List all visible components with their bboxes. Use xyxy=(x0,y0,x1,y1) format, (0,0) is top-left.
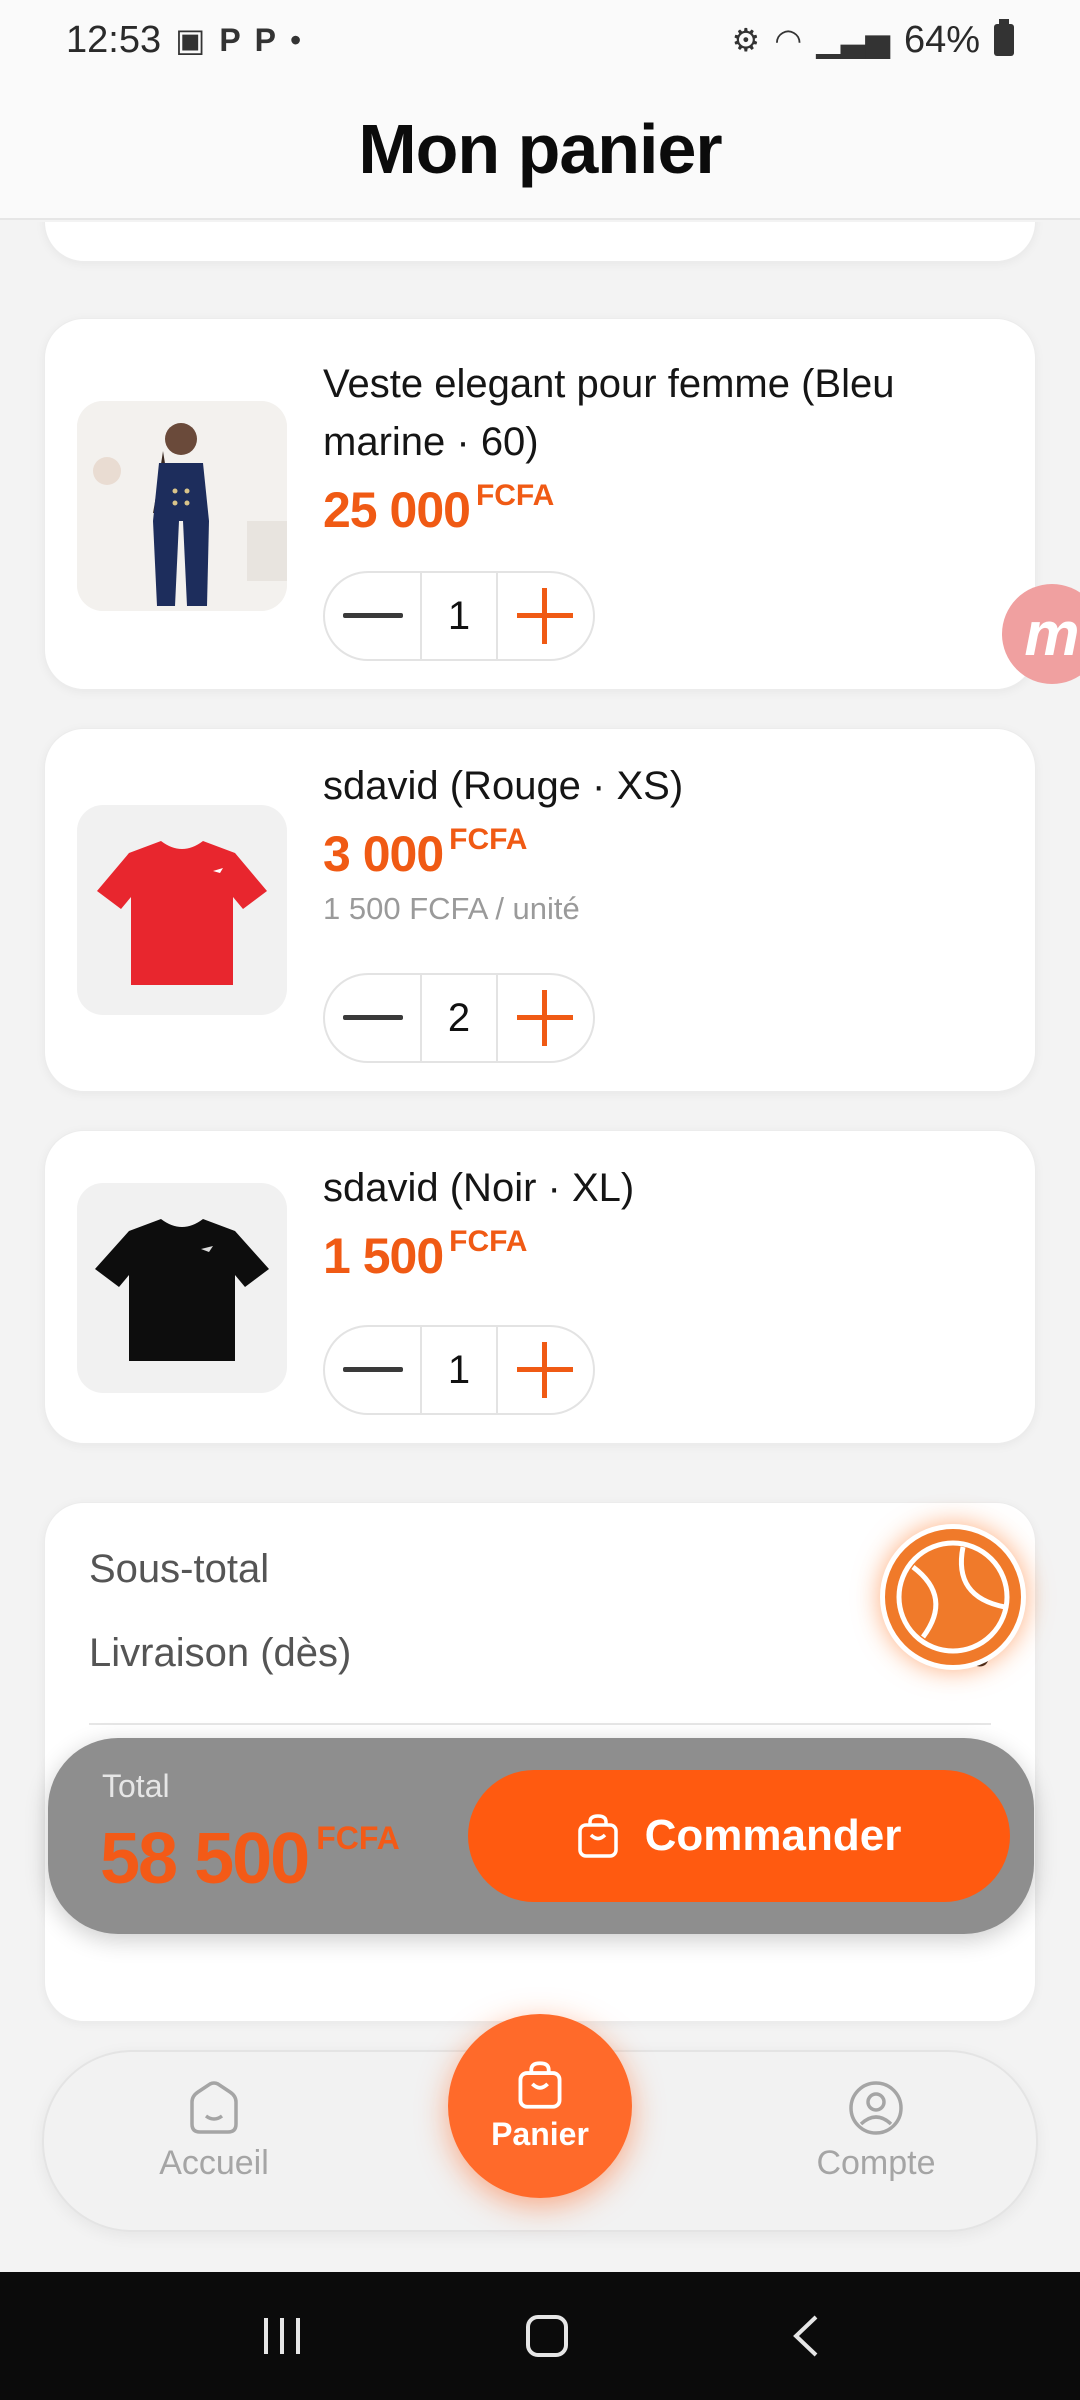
product-thumbnail[interactable] xyxy=(77,805,287,1015)
nav-account[interactable]: Compte xyxy=(766,2080,986,2183)
total-amount: 58 500 xyxy=(100,1819,310,1899)
wifi-icon: ◠ xyxy=(774,22,803,58)
subtotal-row: Sous-total 57 xyxy=(89,1547,991,1592)
checkout-bar: Total 58 500 FCFA Commander xyxy=(48,1738,1034,1934)
decrease-quantity-button[interactable] xyxy=(325,573,420,659)
plus-icon xyxy=(517,990,574,1046)
price-amount: 25 000 xyxy=(323,482,471,538)
cart-item-card: sdavid (Rouge · XS) 3 000 FCFA 1 500 FCF… xyxy=(44,728,1036,1092)
order-button[interactable]: Commander xyxy=(468,1770,1010,1902)
home-button-icon[interactable] xyxy=(525,2314,569,2358)
status-time: 12:53 xyxy=(66,18,162,61)
quantity-stepper: 1 xyxy=(323,571,595,661)
decrease-quantity-button[interactable] xyxy=(325,975,420,1061)
nav-cart[interactable]: Panier xyxy=(448,2014,632,2198)
battery-percent: 64% xyxy=(903,18,980,61)
recent-apps-icon[interactable] xyxy=(260,2316,304,2356)
cart-item-card: sdavid (Noir · XL) 1 500 FCFA 1 xyxy=(44,1130,1036,1444)
order-button-label: Commander xyxy=(644,1811,902,1860)
product-price: 1 500 FCFA xyxy=(323,1225,1005,1285)
shopping-bag-icon xyxy=(518,2060,562,2109)
product-info: Veste elegant pour femme (Bleu marine · … xyxy=(323,355,1005,539)
back-icon[interactable] xyxy=(790,2313,820,2359)
basketball-icon xyxy=(896,1540,1010,1654)
delivery-label: Livraison (dès) xyxy=(89,1631,352,1675)
plus-icon xyxy=(517,588,574,644)
delivery-row: Livraison (dès) 1 0 xyxy=(89,1631,991,1676)
product-price: 25 000 FCFA xyxy=(323,479,1005,539)
unit-price: 1 500 FCFA / unité xyxy=(323,891,580,926)
quantity-stepper: 1 xyxy=(323,1325,595,1415)
quantity-value: 1 xyxy=(420,1327,498,1413)
p-app-icon: P xyxy=(219,21,241,58)
cart-item-card-partial xyxy=(44,222,1036,262)
minus-icon xyxy=(342,613,403,618)
total-currency: FCFA xyxy=(316,1820,400,1856)
shopping-bag-icon xyxy=(577,1814,618,1858)
price-amount: 3 000 xyxy=(323,826,444,882)
plus-icon xyxy=(517,1342,574,1398)
subtotal-label: Sous-total xyxy=(89,1547,270,1591)
summary-divider xyxy=(89,1723,991,1725)
floating-assistant-button[interactable] xyxy=(880,1524,1026,1670)
price-currency: FCFA xyxy=(449,823,528,856)
home-icon xyxy=(190,2081,238,2134)
product-info: sdavid (Rouge · XS) 3 000 FCFA 1 500 FCF… xyxy=(323,757,1005,927)
price-currency: FCFA xyxy=(475,479,555,512)
product-price: 3 000 FCFA xyxy=(323,823,1005,883)
product-thumbnail[interactable] xyxy=(77,1183,287,1393)
more-notifications-icon: • xyxy=(290,21,302,58)
nav-cart-label: Panier xyxy=(491,2115,589,2152)
total-label: Total xyxy=(102,1768,170,1804)
page-header: Mon panier xyxy=(0,80,1080,220)
p-app-icon-2: P xyxy=(254,21,277,58)
cart-item-card: Veste elegant pour femme (Bleu marine · … xyxy=(44,318,1036,690)
product-name[interactable]: sdavid (Noir · XL) xyxy=(323,1159,1005,1217)
quantity-value: 2 xyxy=(420,975,498,1061)
cart-content[interactable]: Veste elegant pour femme (Bleu marine · … xyxy=(0,222,1080,2272)
nav-home-label: Accueil xyxy=(159,2144,269,2182)
nav-home[interactable]: Accueil xyxy=(104,2080,324,2183)
quantity-value: 1 xyxy=(420,573,498,659)
total-value: 58 500 FCFA xyxy=(100,1818,400,1900)
product-name[interactable]: Veste elegant pour femme (Bleu marine · … xyxy=(323,355,1005,471)
price-currency: FCFA xyxy=(449,1225,528,1258)
gallery-icon: ▣ xyxy=(175,22,206,58)
product-thumbnail[interactable] xyxy=(77,401,287,611)
minus-icon xyxy=(342,1015,403,1020)
nav-account-label: Compte xyxy=(816,2144,936,2182)
page-title: Mon panier xyxy=(358,110,722,188)
system-navigation-bar xyxy=(0,2272,1080,2400)
price-amount: 1 500 xyxy=(323,1228,444,1284)
battery-icon xyxy=(994,19,1014,56)
product-name[interactable]: sdavid (Rouge · XS) xyxy=(323,757,1005,815)
minus-icon xyxy=(342,1367,403,1372)
increase-quantity-button[interactable] xyxy=(498,1327,593,1413)
status-bar: 12:53 ▣ P P • ⚙ ◠ ▁▃▅ 64% xyxy=(0,0,1080,80)
product-info: sdavid (Noir · XL) 1 500 FCFA xyxy=(323,1159,1005,1285)
quantity-stepper: 2 xyxy=(323,973,595,1063)
account-icon xyxy=(849,2081,903,2135)
data-saver-icon: ⚙ xyxy=(731,22,761,58)
increase-quantity-button[interactable] xyxy=(498,573,593,659)
signal-icon: ▁▃▅ xyxy=(816,22,890,58)
decrease-quantity-button[interactable] xyxy=(325,1327,420,1413)
increase-quantity-button[interactable] xyxy=(498,975,593,1061)
